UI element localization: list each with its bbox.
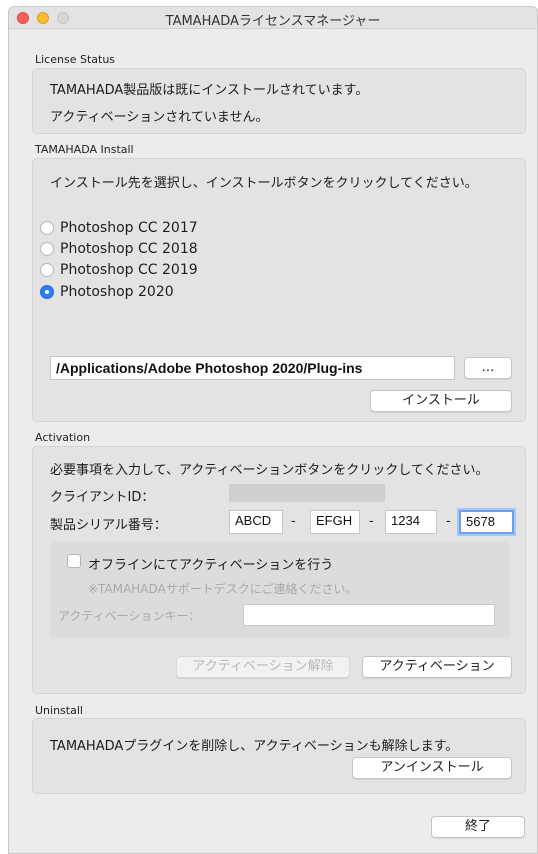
- radio-photoshop-cc-2017[interactable]: Photoshop CC 2017: [40, 218, 198, 238]
- window-title: TAMAHADAライセンスマネージャー: [165, 14, 381, 29]
- radio-photoshop-cc-2019[interactable]: Photoshop CC 2019: [40, 260, 198, 280]
- license-status-line2: アクティベーションされていません。: [50, 110, 269, 125]
- offline-activation-label: オフラインにてアクティベーションを行う: [88, 558, 334, 573]
- uninstall-panel: [32, 718, 526, 794]
- activate-button[interactable]: アクティベーション: [362, 656, 512, 678]
- offline-activation-checkbox[interactable]: [67, 554, 81, 568]
- install-button[interactable]: インストール: [370, 390, 512, 412]
- serial-field-3[interactable]: 1234: [385, 510, 437, 534]
- client-id-field: [229, 484, 385, 502]
- radio-label: Photoshop CC 2018: [60, 241, 198, 257]
- activation-key-label: アクティベーションキー：: [58, 609, 201, 623]
- install-section-label: TAMAHADA Install: [35, 143, 134, 156]
- quit-button[interactable]: 終了: [431, 816, 525, 838]
- client-id-label: クライアントID：: [50, 490, 155, 505]
- install-path-field[interactable]: /Applications/Adobe Photoshop 2020/Plug-…: [50, 356, 455, 380]
- radio-label: Photoshop 2020: [60, 284, 174, 300]
- activation-instruction: 必要事項を入力して、アクティベーションボタンをクリックしてください。: [50, 463, 489, 478]
- uninstall-section-label: Uninstall: [35, 704, 83, 717]
- serial-separator: -: [291, 514, 296, 529]
- install-instruction: インストール先を選択し、インストールボタンをクリックしてください。: [50, 176, 478, 191]
- radio-label: Photoshop CC 2019: [60, 262, 198, 278]
- radio-button-selected-icon: [40, 285, 54, 299]
- activation-section-label: Activation: [35, 431, 91, 444]
- serial-field-1[interactable]: ABCD: [229, 510, 283, 534]
- serial-field-4[interactable]: 5678: [459, 510, 514, 534]
- offline-support-note: ※TAMAHADAサポートデスクにご連絡ください。: [88, 582, 358, 596]
- license-status-label: License Status: [35, 53, 116, 66]
- serial-field-2[interactable]: EFGH: [310, 510, 360, 534]
- radio-button-icon: [40, 263, 54, 277]
- browse-button[interactable]: ...: [464, 357, 512, 379]
- serial-number-label: 製品シリアル番号：: [50, 518, 167, 533]
- radio-photoshop-2020[interactable]: Photoshop 2020: [40, 282, 174, 302]
- radio-button-icon: [40, 242, 54, 256]
- serial-separator: -: [446, 514, 451, 529]
- uninstall-instruction: TAMAHADAプラグインを削除し、アクティベーションも解除します。: [50, 739, 459, 754]
- radio-label: Photoshop CC 2017: [60, 220, 198, 236]
- license-status-line1: TAMAHADA製品版は既にインストールされています。: [50, 83, 369, 98]
- radio-button-icon: [40, 221, 54, 235]
- activation-key-field[interactable]: [243, 604, 495, 626]
- radio-photoshop-cc-2018[interactable]: Photoshop CC 2018: [40, 239, 198, 259]
- title-bar: TAMAHADAライセンスマネージャー: [9, 7, 537, 29]
- serial-separator: -: [369, 514, 374, 529]
- deactivate-button[interactable]: アクティベーション解除: [176, 656, 350, 678]
- uninstall-button[interactable]: アンインストール: [352, 757, 512, 779]
